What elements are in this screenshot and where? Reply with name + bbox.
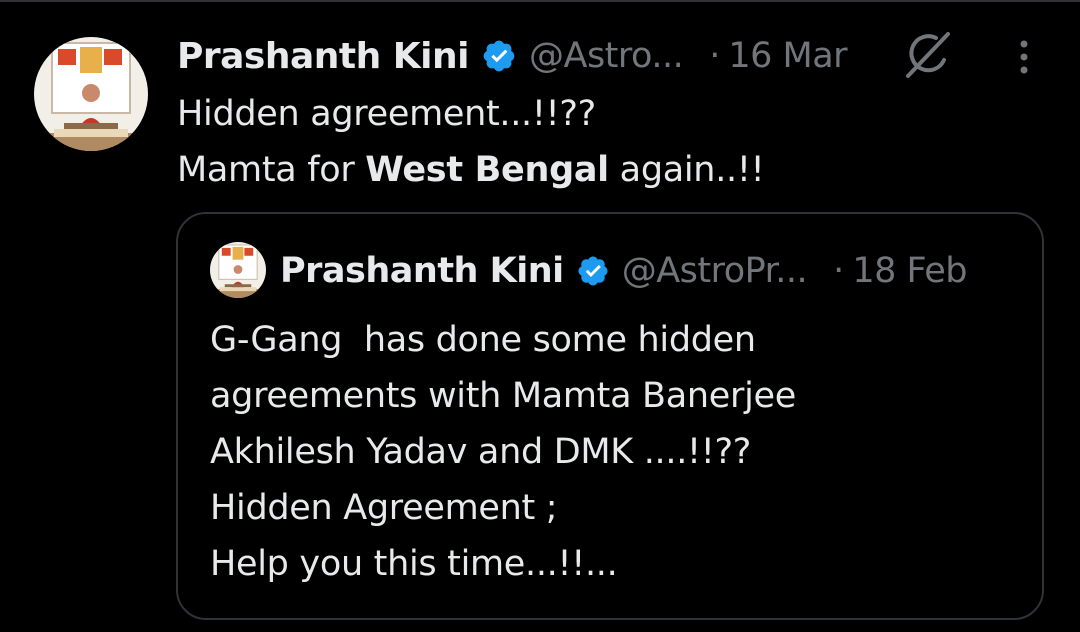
- tweet-text-line: Mamta for West Bengal again..!!: [177, 142, 765, 198]
- top-divider: [0, 0, 1080, 2]
- quoted-text-line: G-Gang has done some hidden: [210, 320, 756, 360]
- quoted-avatar: [210, 242, 266, 298]
- tweet-body: Hidden agreement...!!?? Mamta for West B…: [177, 86, 765, 198]
- quoted-author-handle: @AstroPr...: [621, 251, 808, 291]
- author-handle[interactable]: @Astro...: [529, 36, 684, 76]
- tweet-text-line: Hidden agreement...!!??: [177, 94, 596, 134]
- tweet-timestamp[interactable]: 16 Mar: [728, 36, 847, 76]
- quoted-tweet-card[interactable]: Prashanth Kini @AstroPr... · 18 Feb G-Ga…: [176, 212, 1044, 620]
- quoted-text-line: Help you this time...!!...: [210, 544, 618, 584]
- text-segment: again..!!: [608, 150, 765, 190]
- more-options-icon[interactable]: [1006, 38, 1042, 78]
- verified-badge-icon: [481, 38, 517, 74]
- quoted-tweet-header: Prashanth Kini @AstroPr... · 18 Feb: [280, 244, 967, 298]
- quoted-tweet-body: G-Gang has done some hidden agreements w…: [210, 312, 796, 592]
- text-segment: Mamta for: [177, 150, 366, 190]
- avatar[interactable]: [34, 37, 148, 151]
- author-name[interactable]: Prashanth Kini: [177, 36, 470, 77]
- quoted-text-line: agreements with Mamta Banerjee: [210, 376, 797, 416]
- quoted-tweet-timestamp: 18 Feb: [852, 251, 967, 291]
- quoted-text-line: Akhilesh Yadav and DMK ....!!??: [210, 432, 752, 472]
- verified-badge-icon: [576, 254, 610, 288]
- grok-icon[interactable]: [902, 30, 954, 80]
- quoted-author-name: Prashanth Kini: [280, 251, 564, 291]
- separator-dot: ·: [709, 36, 721, 76]
- quoted-text-line: Hidden Agreement ;: [210, 488, 558, 528]
- tweet-header: Prashanth Kini @Astro... · 16 Mar: [177, 28, 848, 84]
- bold-text-segment: West Bengal: [365, 150, 609, 190]
- separator-dot: ·: [833, 251, 845, 291]
